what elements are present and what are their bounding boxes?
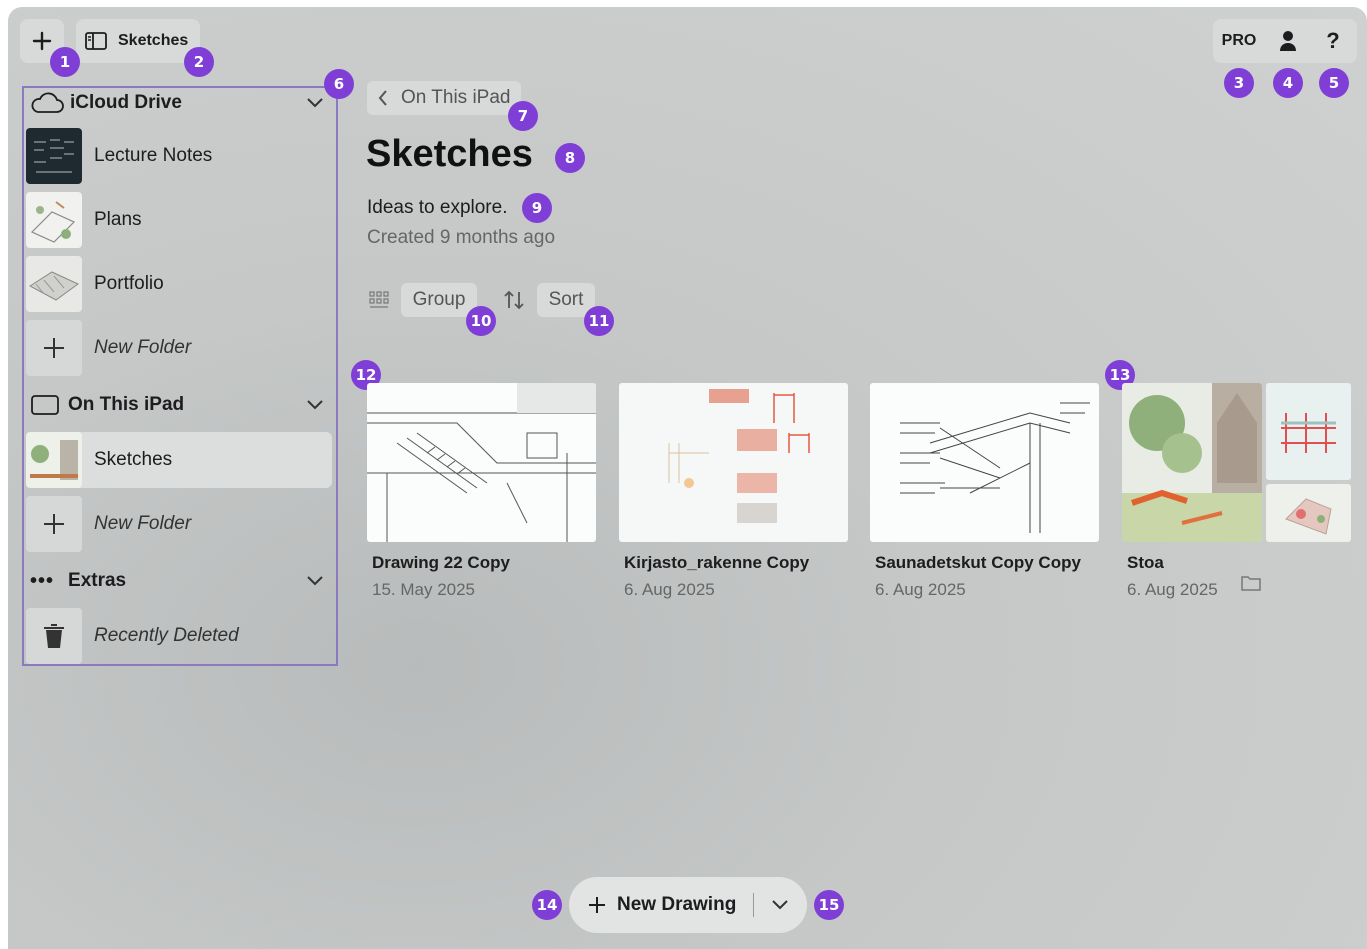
badge-8: 8 xyxy=(555,143,585,173)
sidebar-item-label: Lecture Notes xyxy=(94,145,213,166)
badge-14: 14 xyxy=(532,890,562,920)
folder-description[interactable]: Ideas to explore. xyxy=(367,197,507,219)
sidebar-item-label: Recently Deleted xyxy=(94,625,239,646)
card-title[interactable]: Stoa xyxy=(1127,553,1164,573)
card-title[interactable]: Kirjasto_rakenne Copy xyxy=(624,553,809,573)
help-icon: ? xyxy=(1326,28,1340,53)
sidebar-icon xyxy=(85,32,107,50)
sidebar-item-sketches[interactable]: Sketches xyxy=(26,432,332,488)
chevron-left-icon xyxy=(378,90,387,106)
stack-image-top-right xyxy=(1266,383,1351,480)
drawing-thumbnail[interactable] xyxy=(619,383,848,542)
badge-1: 1 xyxy=(50,47,80,77)
sidebar-item-label: Sketches xyxy=(94,449,173,470)
card-title[interactable]: Saunadetskut Copy Copy xyxy=(875,553,1081,573)
pro-button[interactable]: PRO xyxy=(1215,19,1263,63)
group-label: Group xyxy=(412,289,466,310)
badge-4: 4 xyxy=(1273,68,1303,98)
chevron-down-icon[interactable] xyxy=(306,399,324,411)
sidebar-item-label: New Folder xyxy=(94,513,192,534)
section-title-icloud: iCloud Drive xyxy=(70,92,182,113)
new-drawing-label: New Drawing xyxy=(617,894,737,915)
sidebar-item-label: New Folder xyxy=(94,337,192,358)
chevron-down-icon xyxy=(772,900,788,910)
folder-icon xyxy=(1241,576,1261,591)
stack-image-bottom-right xyxy=(1266,484,1351,542)
group-button[interactable]: Group xyxy=(401,283,477,317)
badge-6: 6 xyxy=(324,69,354,99)
badge-3: 3 xyxy=(1224,68,1254,98)
stack-thumbnail[interactable] xyxy=(1122,383,1351,542)
pro-label: PRO xyxy=(1221,32,1257,49)
drawing-thumbnail[interactable] xyxy=(367,383,596,542)
plans-thumbnail xyxy=(26,192,82,248)
sort-arrows-icon xyxy=(504,290,524,310)
section-title-ipad: On This iPad xyxy=(68,394,185,415)
card-date: 6. Aug 2025 xyxy=(1127,580,1218,599)
card-date: 6. Aug 2025 xyxy=(624,580,715,599)
badge-7: 7 xyxy=(508,101,538,131)
back-label: On This iPad xyxy=(401,87,511,108)
drawing-thumbnail[interactable] xyxy=(870,383,1099,542)
sidebar-toggle-button[interactable]: Sketches xyxy=(76,19,200,63)
sidebar: iCloud Drive Lecture Notes Plans Portfol… xyxy=(22,86,338,666)
card-date: 6. Aug 2025 xyxy=(875,580,966,599)
person-icon xyxy=(1280,31,1296,51)
trash-icon xyxy=(26,608,82,664)
help-button[interactable]: ? xyxy=(1311,19,1355,63)
plus-icon xyxy=(32,31,52,51)
sidebar-item-new-folder-icloud[interactable]: New Folder xyxy=(26,320,332,376)
new-drawing-button[interactable]: New Drawing xyxy=(569,877,749,933)
folder-title: Sketches xyxy=(118,32,189,49)
sketches-thumbnail xyxy=(26,432,82,488)
sidebar-item-lecture-notes[interactable]: Lecture Notes xyxy=(26,128,332,184)
badge-9: 9 xyxy=(522,193,552,223)
more-icon: ••• xyxy=(30,569,55,592)
badge-2: 2 xyxy=(184,47,214,77)
sidebar-item-plans[interactable]: Plans xyxy=(26,192,332,248)
plus-icon xyxy=(26,320,82,376)
lecture-notes-thumbnail xyxy=(26,128,82,184)
plus-icon xyxy=(26,496,82,552)
chevron-down-icon[interactable] xyxy=(306,575,324,587)
created-date: Created 9 months ago xyxy=(367,227,556,248)
card-date: 15. May 2025 xyxy=(372,580,476,599)
cloud-icon xyxy=(31,92,64,113)
divider xyxy=(753,893,754,917)
grid-icon xyxy=(369,291,389,308)
badge-15: 15 xyxy=(814,890,844,920)
back-button[interactable]: On This iPad xyxy=(367,81,521,115)
page-title: Sketches xyxy=(366,133,533,175)
sidebar-item-label: Portfolio xyxy=(94,273,164,294)
sort-label: Sort xyxy=(548,289,584,310)
app-window: Sketches 1 2 PRO ? 3 4 5 iCloud Drive Le… xyxy=(8,7,1367,949)
ipad-icon xyxy=(31,395,59,415)
sidebar-item-label: Plans xyxy=(94,209,142,230)
sidebar-item-new-folder-ipad[interactable]: New Folder xyxy=(26,496,332,552)
section-on-this-ipad[interactable]: On This iPad xyxy=(30,390,328,420)
badge-5: 5 xyxy=(1319,68,1349,98)
new-drawing-options-button[interactable] xyxy=(760,877,800,933)
section-title-extras: Extras xyxy=(68,570,127,591)
card-title[interactable]: Drawing 22 Copy xyxy=(372,553,510,573)
stack-image-main xyxy=(1122,383,1262,542)
badge-10: 10 xyxy=(466,306,496,336)
badge-11: 11 xyxy=(584,306,614,336)
chevron-down-icon[interactable] xyxy=(306,97,324,109)
sidebar-item-portfolio[interactable]: Portfolio xyxy=(26,256,332,312)
account-button[interactable] xyxy=(1266,19,1310,63)
section-extras[interactable]: ••• Extras xyxy=(30,566,328,596)
section-icloud-drive[interactable]: iCloud Drive xyxy=(30,88,328,118)
sidebar-item-recently-deleted[interactable]: Recently Deleted xyxy=(26,608,332,664)
plus-icon xyxy=(589,897,605,913)
portfolio-thumbnail xyxy=(26,256,82,312)
